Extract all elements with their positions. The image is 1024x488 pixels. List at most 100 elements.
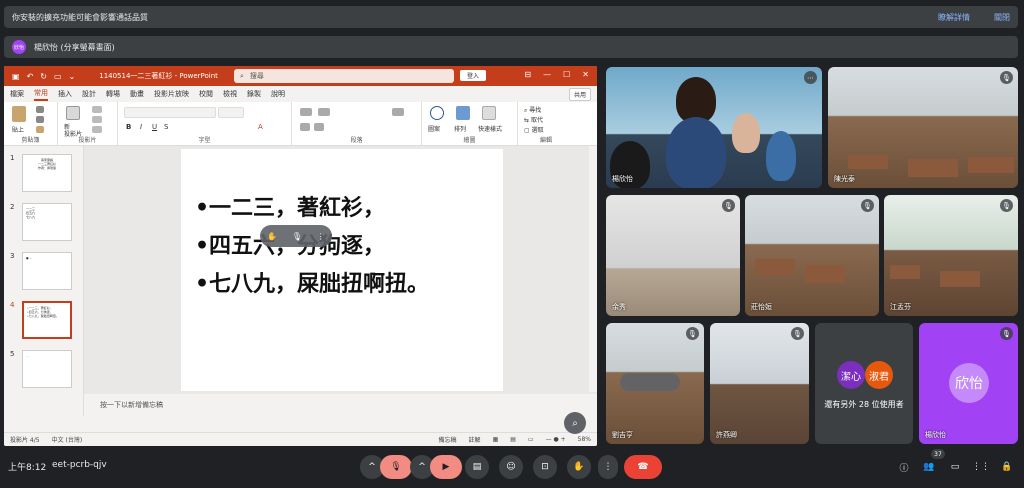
participant-tile[interactable]: 余秀 🎙 [606, 195, 740, 316]
redo-icon[interactable]: ↻ [40, 72, 47, 81]
select-button[interactable]: ▢ 選取 [524, 125, 544, 134]
tab-record[interactable]: 錄製 [247, 89, 261, 99]
tab-slideshow[interactable]: 投影片放映 [154, 89, 189, 99]
cut-icon[interactable] [36, 106, 44, 113]
zoom-icon[interactable]: ⌕ [564, 412, 586, 434]
align-center-icon[interactable] [314, 123, 324, 131]
reading-view-icon[interactable]: ▭ [528, 436, 534, 443]
paste-icon[interactable] [12, 106, 26, 122]
numbering-icon[interactable] [318, 108, 330, 116]
mic-off-icon: 🎙 [1000, 71, 1013, 84]
emoji-button[interactable]: ☺ [499, 455, 523, 479]
tab-design[interactable]: 設計 [82, 89, 96, 99]
tab-help[interactable]: 說明 [271, 89, 285, 99]
tab-home[interactable]: 常用 [34, 88, 48, 101]
learn-more-link[interactable]: 瞭解詳情 [938, 12, 970, 23]
strike-button[interactable]: S [164, 123, 168, 131]
bold-button[interactable]: B [126, 123, 131, 131]
search-input[interactable]: ⌕ 搜尋 [234, 69, 454, 83]
tab-view[interactable]: 檢視 [223, 89, 237, 99]
section-icon[interactable] [92, 126, 102, 133]
participant-tile[interactable]: 許燕卿 🎙 [710, 323, 809, 444]
zoom-level[interactable]: 58% [578, 436, 591, 443]
ribbon-display-icon[interactable]: ⊟ [524, 70, 531, 79]
tab-file[interactable]: 檔案 [10, 89, 24, 99]
bullets-icon[interactable] [300, 108, 312, 116]
text-direction-icon[interactable] [392, 108, 404, 116]
signin-button[interactable]: 登入 [460, 70, 486, 81]
slide-thumbnail[interactable]: ... [22, 350, 72, 388]
current-slide[interactable]: •一二三，著紅衫， •四五六，分狗逐， •七八九，屎朏扭啊扭。 [181, 149, 503, 391]
notes-pane[interactable]: 按一下以新增備忘稿 [84, 394, 597, 416]
others-tile[interactable]: 潔心 淑君 還有另外 28 位使用者 [815, 323, 913, 444]
copy-icon[interactable] [36, 116, 44, 123]
tab-animations[interactable]: 動畫 [130, 89, 144, 99]
quick-styles-icon[interactable] [482, 106, 496, 120]
scrollbar[interactable] [589, 146, 597, 392]
close-banner-button[interactable]: 關閉 [994, 12, 1010, 23]
present-button[interactable]: ⊡ [533, 455, 557, 479]
banner-message: 你安裝的擴充功能可能會影響通話品質 [12, 12, 148, 22]
undo-icon[interactable]: ↶ [27, 72, 34, 81]
quick-styles-button[interactable]: 快速樣式 [478, 124, 502, 133]
end-call-button[interactable]: ☎ [624, 455, 662, 479]
tab-review[interactable]: 校閱 [199, 89, 213, 99]
tab-insert[interactable]: 插入 [58, 89, 72, 99]
arrange-button[interactable]: 排列 [454, 124, 466, 133]
slide-thumbnail[interactable]: 一二三 四五六 七八九 [22, 203, 72, 241]
shapes-button[interactable]: 圖案 [428, 124, 440, 133]
sorter-view-icon[interactable]: ▤ [510, 436, 516, 443]
notes-toggle[interactable]: 備忘稿 [439, 435, 457, 444]
font-size-select[interactable] [218, 107, 244, 118]
info-button[interactable]: ⓘ [893, 455, 915, 479]
participant-tile[interactable]: 楊欣怡 ⋯ [606, 67, 822, 188]
share-button[interactable]: 共用 [568, 88, 591, 101]
close-icon[interactable]: ✕ [582, 70, 589, 79]
font-name-select[interactable] [124, 107, 216, 118]
layout-icon[interactable] [92, 106, 102, 113]
mic-toggle-button[interactable]: 🎙 [380, 455, 412, 479]
find-button[interactable]: ⌕ 尋找 [524, 105, 541, 115]
more-icon[interactable]: ⋮ [317, 232, 325, 241]
participant-tile[interactable]: 欣怡 楊欣怡 🎙 [919, 323, 1018, 444]
ribbon: 貼上 剪貼簿 新 投影片 投影片 B I U S A 字型 段落 圖案 排列 快… [4, 102, 597, 146]
new-slide-icon[interactable] [66, 106, 80, 120]
slide-thumbnail[interactable]: ● ... [22, 252, 72, 290]
reset-icon[interactable] [92, 116, 102, 123]
raise-hand-button[interactable]: ✋ [567, 455, 591, 479]
host-controls-button[interactable]: 🔒 [996, 455, 1018, 479]
minimize-icon[interactable]: — [543, 70, 551, 79]
font-color-icon[interactable]: A [258, 123, 263, 131]
slides-group: 新 投影片 投影片 [58, 102, 118, 145]
tab-transitions[interactable]: 轉場 [106, 89, 120, 99]
comments-toggle[interactable]: 註解 [469, 435, 481, 444]
paste-button[interactable]: 貼上 [12, 125, 24, 134]
activities-button[interactable]: ⋮⋮ [970, 455, 992, 479]
slide-thumbnail-selected[interactable]: •一二三，著紅衫， •四五六，分狗逐， •七八九，屎朏扭啊扭。 [22, 301, 72, 339]
more-options-icon[interactable]: ⋯ [804, 71, 817, 84]
align-left-icon[interactable] [300, 123, 310, 131]
replace-button[interactable]: ⇆ 取代 [524, 115, 543, 124]
present-icon[interactable]: ▭ [54, 72, 62, 81]
save-icon[interactable]: ▣ [12, 72, 20, 81]
participant-tile[interactable]: 江孟芬 🎙 [884, 195, 1018, 316]
zoom-slider[interactable]: — ● + [546, 436, 566, 443]
participant-tile[interactable]: 陳光泰 🎙 [828, 67, 1018, 188]
mic-off-icon[interactable]: 🎙 [292, 232, 302, 241]
normal-view-icon[interactable]: ▦ [493, 436, 499, 443]
slide-thumbnail[interactable]: 客家童謠 一二三著紅衫 作者：黃瑞循 [22, 154, 72, 192]
italic-button[interactable]: I [140, 123, 142, 131]
participant-tile[interactable]: 劉吉亨 🎙 [606, 323, 704, 444]
customize-icon[interactable]: ⌄ [69, 72, 76, 81]
participant-tile[interactable]: 莊怡姮 🎙 [745, 195, 879, 316]
underline-button[interactable]: U [152, 123, 157, 131]
arrange-icon[interactable] [456, 106, 470, 120]
hand-icon[interactable]: ✋ [267, 232, 277, 241]
shapes-icon[interactable] [430, 106, 444, 120]
maximize-icon[interactable]: ☐ [563, 70, 570, 79]
camera-toggle-button[interactable]: ▶ [430, 455, 462, 479]
more-options-button[interactable]: ⋮ [598, 455, 618, 479]
format-painter-icon[interactable] [36, 126, 44, 133]
chat-button[interactable]: ▭ [944, 455, 966, 479]
captions-button[interactable]: ▤ [465, 455, 489, 479]
